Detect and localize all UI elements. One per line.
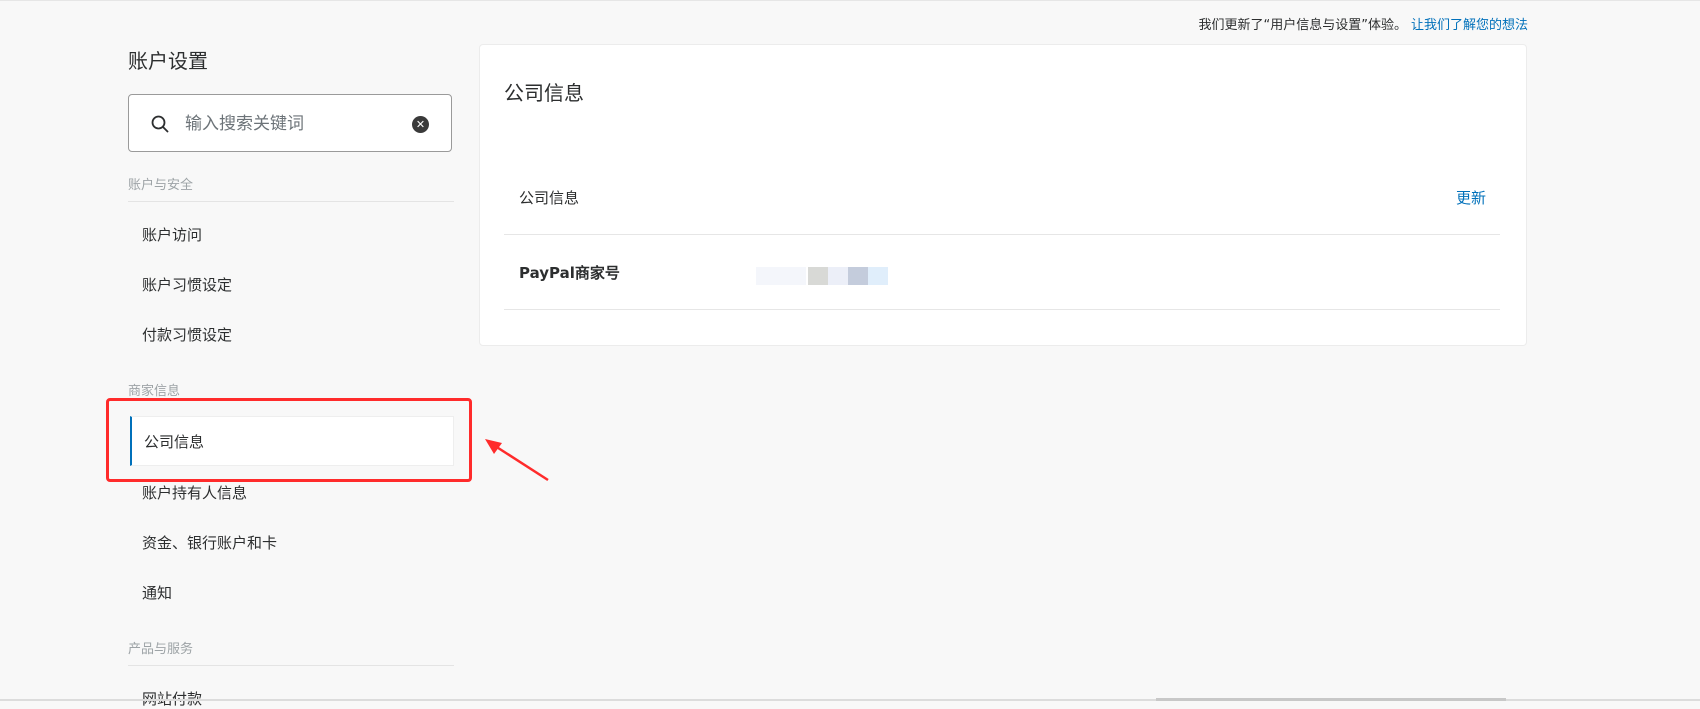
sidebar-item-payment-preferences[interactable]: 付款习惯设定 xyxy=(142,324,232,345)
update-notice: 我们更新了“用户信息与设置”体验。 让我们了解您的想法 xyxy=(1199,14,1529,33)
row-company-info: 公司信息 更新 xyxy=(504,133,1500,235)
sidebar-item-funds-banks-cards[interactable]: 资金、银行账户和卡 xyxy=(142,532,277,553)
top-border xyxy=(0,0,1700,1)
section-header-account-security: 账户与安全 xyxy=(128,174,454,202)
company-info-card: 公司信息 公司信息 更新 PayPal商家号 xyxy=(479,44,1527,346)
annotation-highlight-box xyxy=(106,398,472,482)
sidebar: 账户设置 ✕ 账户与安全 账户访问 账户习惯设定 付款习惯设定 商家信息 公司信… xyxy=(128,44,454,708)
search-input[interactable] xyxy=(183,111,407,137)
update-notice-text: 我们更新了“用户信息与设置”体验。 xyxy=(1198,18,1407,33)
search-icon xyxy=(151,115,169,133)
update-link[interactable]: 更新 xyxy=(1456,187,1486,208)
annotation-arrow-icon xyxy=(485,439,549,482)
sidebar-title: 账户设置 xyxy=(128,49,208,73)
search-box[interactable]: ✕ xyxy=(128,94,452,152)
row-label: PayPal商家号 xyxy=(519,264,620,282)
sidebar-item-account-holder[interactable]: 账户持有人信息 xyxy=(142,482,247,503)
sidebar-item-account-access[interactable]: 账户访问 xyxy=(142,224,202,245)
section-header-products-services: 产品与服务 xyxy=(128,638,454,666)
row-merchant-id: PayPal商家号 xyxy=(504,234,1500,310)
sidebar-item-notifications[interactable]: 通知 xyxy=(142,582,172,603)
sidebar-item-account-preferences[interactable]: 账户习惯设定 xyxy=(142,274,232,295)
feedback-link[interactable]: 让我们了解您的想法 xyxy=(1411,18,1528,33)
clear-search-icon[interactable]: ✕ xyxy=(412,116,429,133)
card-title: 公司信息 xyxy=(504,81,584,105)
row-label: 公司信息 xyxy=(519,189,580,207)
